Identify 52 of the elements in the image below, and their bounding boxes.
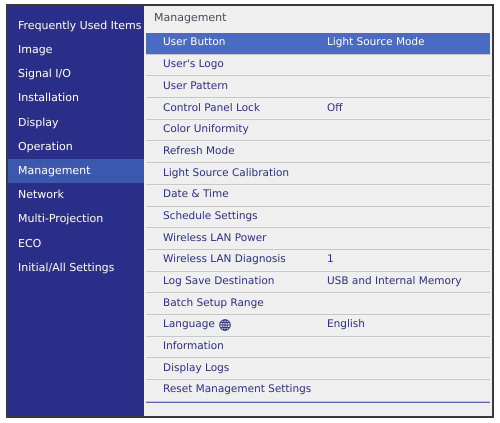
row-label: Display Logs <box>163 360 230 376</box>
row-label: Batch Setup Range <box>163 296 264 311</box>
menu-row[interactable]: Wireless LAN Power <box>146 228 490 250</box>
row-label: Date & Time <box>163 187 229 202</box>
menu-row[interactable]: Wireless LAN Diagnosis 1 <box>146 250 490 272</box>
sidebar-item[interactable]: Signal I/O <box>8 62 144 87</box>
sidebar-item[interactable]: Network <box>8 183 144 208</box>
row-label: Refresh Mode <box>163 144 235 159</box>
row-value: 1 <box>327 252 334 268</box>
row-label: Color Uniformity <box>163 122 249 138</box>
menu-row[interactable]: Date & Time <box>146 184 490 206</box>
menu-row[interactable]: Display Logs <box>146 358 490 380</box>
sidebar-item[interactable]: Installation <box>8 86 144 111</box>
row-label: Log Save Destination <box>163 274 274 290</box>
menu-row[interactable]: Log Save Destination USB and Internal Memory <box>146 272 490 294</box>
menu-row[interactable]: Control Panel Lock Off <box>146 98 490 120</box>
menu-row[interactable]: Batch Setup Range <box>146 293 490 315</box>
panel-title: Management <box>153 10 228 26</box>
menu-row[interactable]: User Button Light Source Mode <box>146 33 490 55</box>
sidebar-item[interactable]: Image <box>8 38 144 62</box>
row-value: Light Source Mode <box>327 35 425 50</box>
menu-row[interactable]: Light Source Calibration <box>146 163 490 185</box>
row-label: Light Source Calibration <box>163 166 290 181</box>
row-label: User Button <box>163 35 226 50</box>
row-label: Wireless LAN Power <box>163 230 266 246</box>
menu-row[interactable]: User's Logo <box>146 54 490 76</box>
row-label: User Pattern <box>163 78 228 94</box>
sidebar-item[interactable]: Display <box>8 110 144 135</box>
row-label: Schedule Settings <box>163 208 258 224</box>
globe-icon <box>218 319 231 332</box>
menu-row[interactable]: Refresh Mode <box>146 141 490 164</box>
sidebar-item[interactable]: Multi-Projection <box>8 208 144 232</box>
row-label: Information <box>163 339 224 354</box>
row-label: Wireless LAN Diagnosis <box>163 252 286 268</box>
menu-row[interactable]: Information <box>146 336 490 358</box>
sidebar-item[interactable]: Initial/All Settings <box>8 256 144 280</box>
row-label: User's Logo <box>163 57 224 72</box>
row-label: Control Panel Lock <box>163 100 260 116</box>
sidebar-item[interactable]: Management <box>8 159 144 184</box>
sidebar-item[interactable]: Frequently Used Items <box>8 14 144 38</box>
row-value: Off <box>327 100 342 116</box>
row-label: Language <box>163 317 215 332</box>
row-value: USB and Internal Memory <box>327 274 462 290</box>
row-label: Reset Management Settings <box>163 382 312 398</box>
menu-row[interactable]: Reset Management Settings <box>146 380 490 402</box>
sidebar-item[interactable]: ECO <box>8 232 144 256</box>
menu-row[interactable]: Color Uniformity <box>146 120 490 142</box>
menu-row[interactable]: User Pattern <box>146 76 490 98</box>
menu-row[interactable]: Language English <box>146 314 490 337</box>
menu-row[interactable]: Schedule Settings <box>146 206 490 228</box>
row-value: English <box>327 317 365 332</box>
sidebar-item[interactable]: Operation <box>8 134 144 160</box>
